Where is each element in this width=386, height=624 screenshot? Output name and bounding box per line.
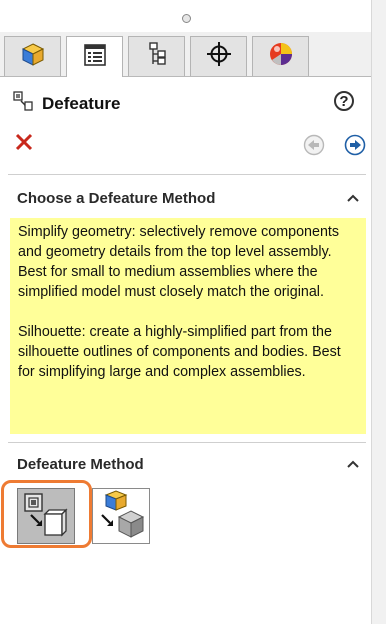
tab-display-manager[interactable]	[252, 36, 309, 76]
tab-feature-manager[interactable]	[4, 36, 61, 76]
panel-grip-handle[interactable]	[182, 14, 191, 23]
divider	[8, 442, 366, 443]
section-method-title: Defeature Method	[17, 456, 144, 473]
dimxpert-manager-icon	[206, 41, 232, 72]
collapse-chevron-icon[interactable]	[346, 459, 360, 469]
property-manager-icon	[82, 42, 108, 73]
silhouette-icon	[93, 490, 149, 547]
back-button[interactable]	[303, 134, 325, 161]
tip-simplify-text: Simplify geometry: selectively remove co…	[18, 224, 340, 300]
section-choose-title: Choose a Defeature Method	[17, 190, 216, 207]
divider	[8, 174, 366, 175]
help-icon: ?	[339, 92, 349, 110]
tab-configuration-manager[interactable]	[128, 36, 185, 76]
panel-splitter[interactable]	[371, 0, 386, 624]
collapse-chevron-icon[interactable]	[346, 193, 360, 203]
tab-dimxpert-manager[interactable]	[190, 36, 247, 76]
simplify-geometry-button[interactable]	[17, 488, 75, 544]
help-button[interactable]: ?	[334, 91, 354, 111]
defeature-feature-icon	[12, 90, 34, 117]
silhouette-button[interactable]	[92, 488, 150, 544]
panel-header: Defeature	[12, 90, 120, 117]
close-icon	[14, 132, 34, 157]
configuration-manager-icon	[144, 41, 170, 72]
next-button[interactable]	[344, 134, 366, 161]
back-arrow-icon	[303, 134, 325, 160]
property-manager-panel: Defeature ? Choose a Defeature Method Si…	[0, 0, 372, 624]
method-description-tip: Simplify geometry: selectively remove co…	[10, 218, 366, 434]
manager-tab-bar	[0, 32, 372, 77]
simplify-geometry-icon	[18, 493, 74, 547]
display-manager-icon	[267, 40, 295, 73]
page-title: Defeature	[42, 93, 121, 113]
feature-manager-icon	[20, 41, 46, 72]
tab-property-manager[interactable]	[66, 36, 123, 77]
cancel-button[interactable]	[14, 132, 34, 156]
tip-silhouette-text: Silhouette: create a highly-simplified p…	[18, 324, 341, 380]
next-arrow-icon	[344, 134, 366, 160]
